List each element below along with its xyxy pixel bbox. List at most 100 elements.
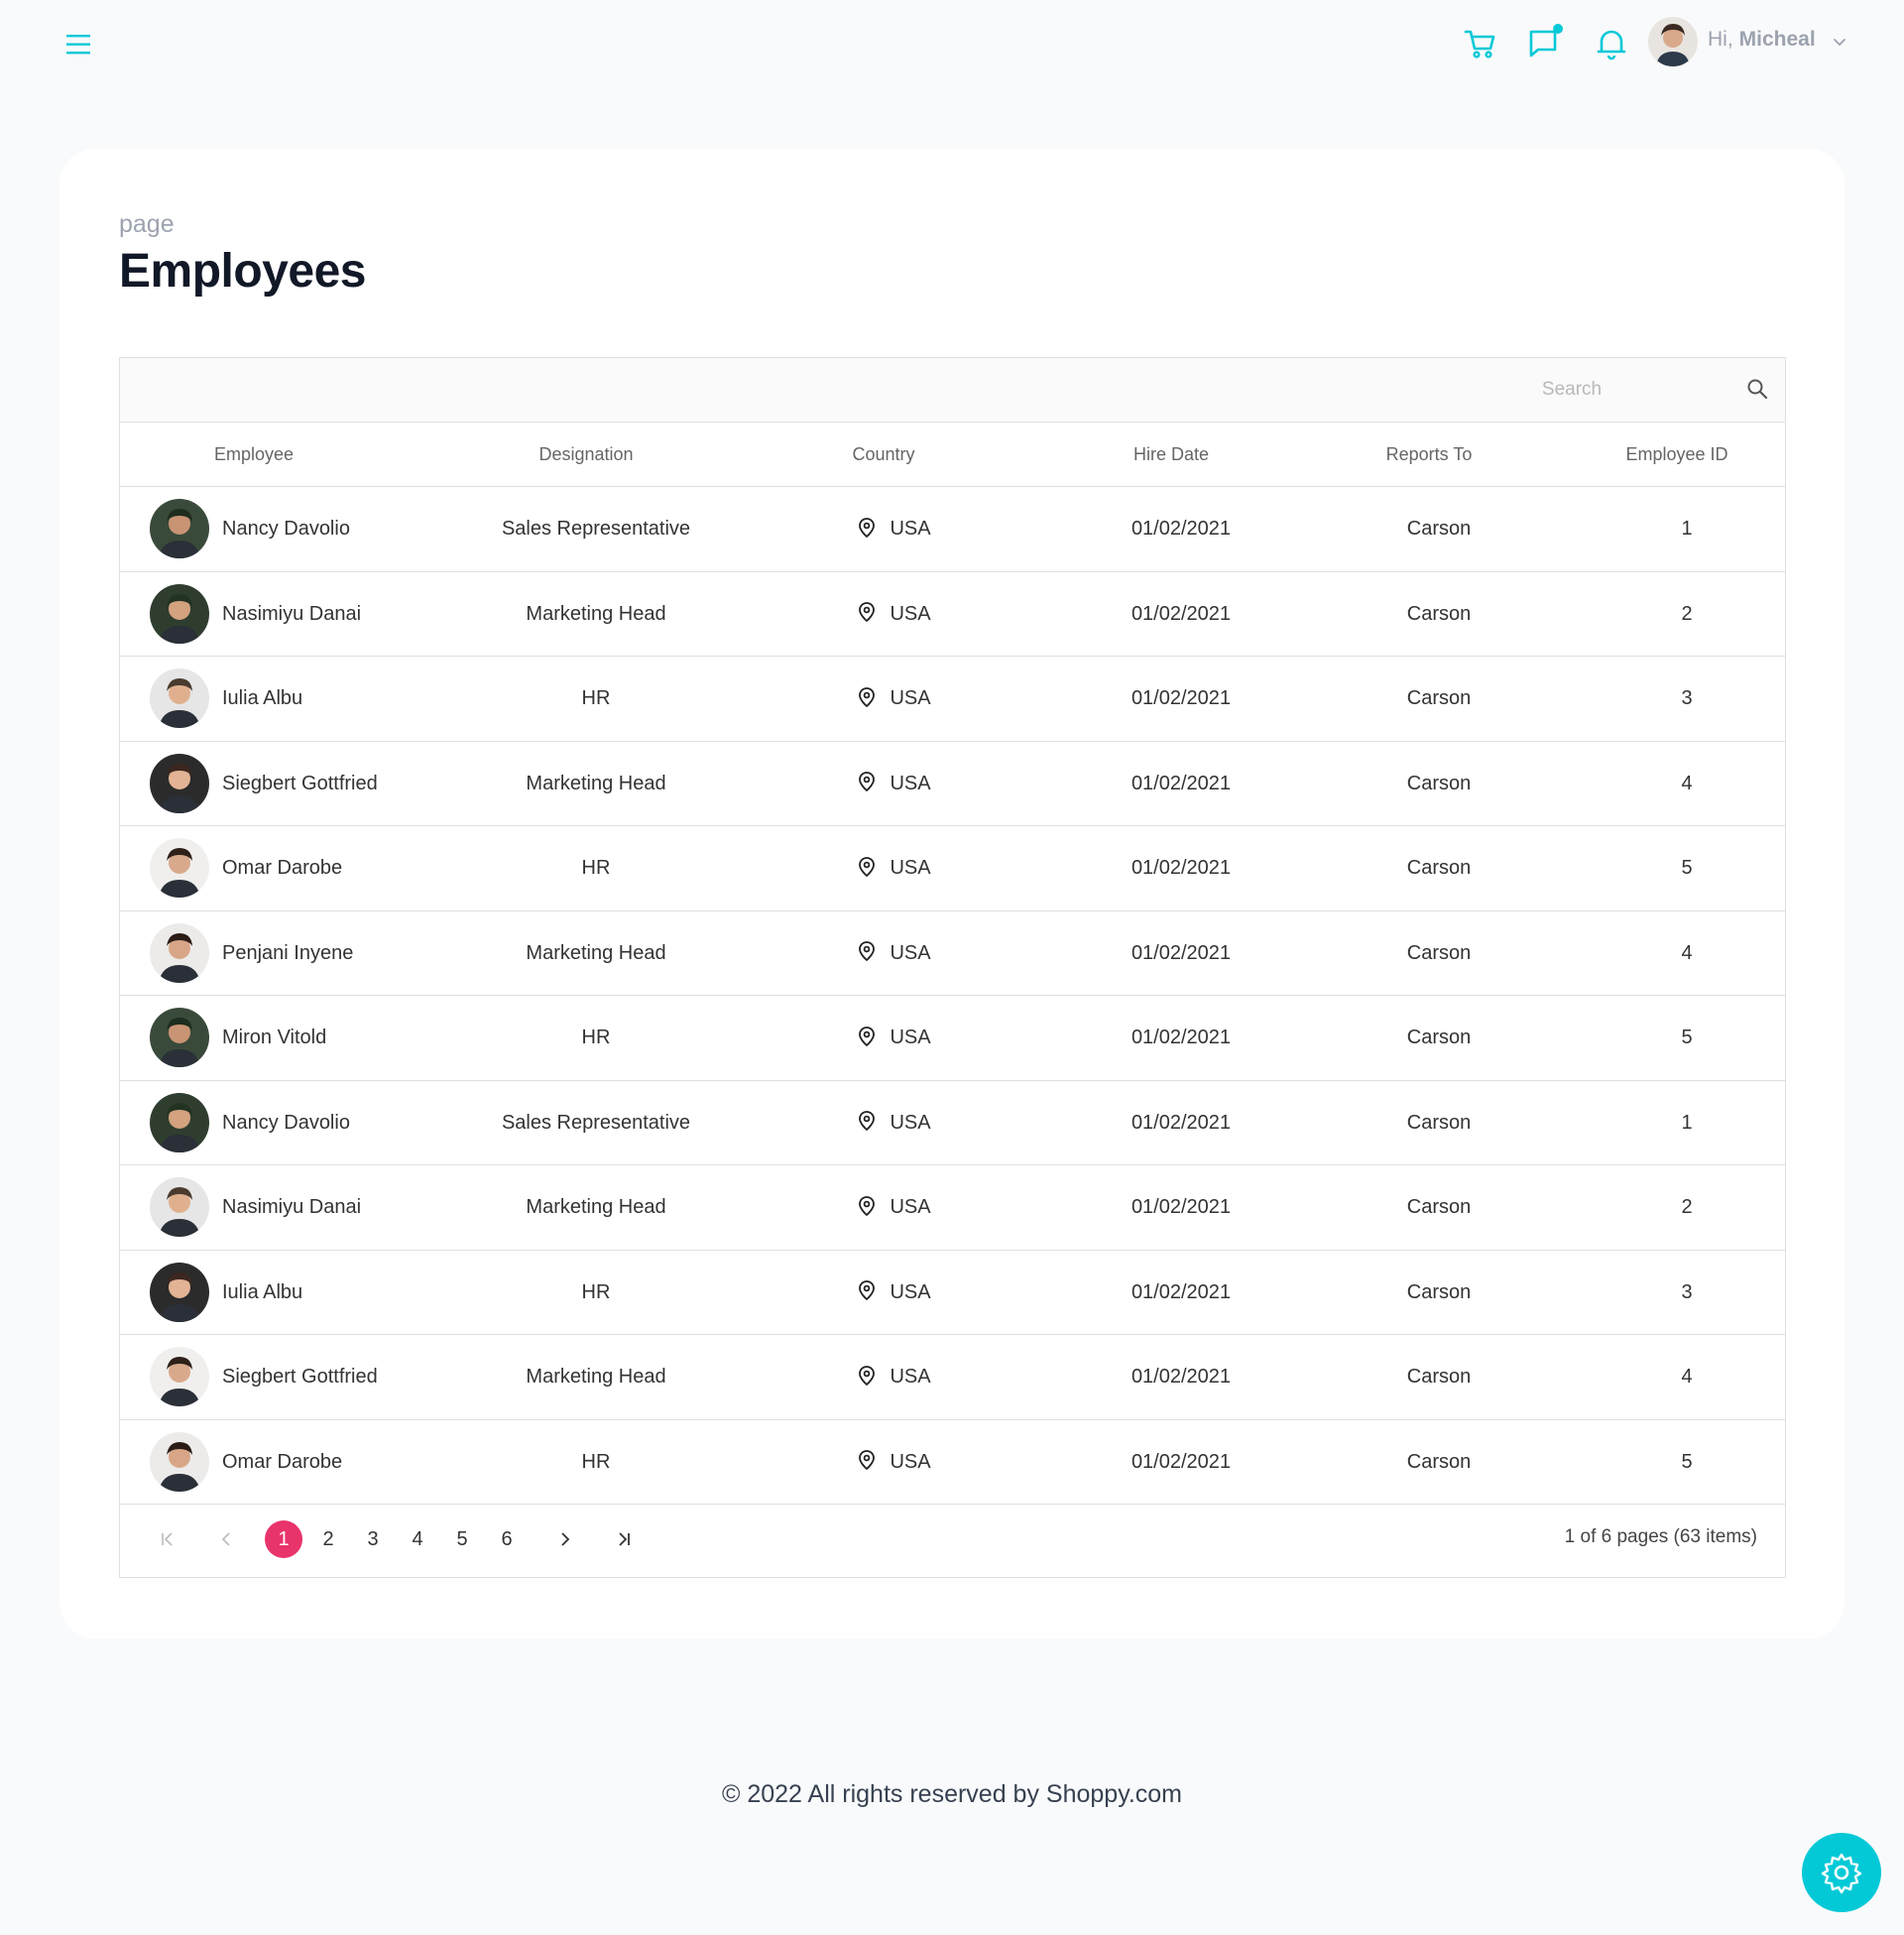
employee-cell: Siegbert Gottfried xyxy=(150,1335,447,1419)
table-row[interactable]: Siegbert Gottfried Marketing Head USA 01… xyxy=(120,742,1785,826)
employee-name: Omar Darobe xyxy=(222,857,343,879)
cart-icon[interactable] xyxy=(1461,24,1500,63)
search-icon[interactable] xyxy=(1744,376,1772,404)
employee-id-cell: 5 xyxy=(1681,857,1693,879)
location-pin-icon xyxy=(859,1280,876,1301)
employee-name: Iulia Albu xyxy=(222,1280,303,1303)
table-row[interactable]: Omar Darobe HR USA 01/02/2021 Carson 5 xyxy=(120,826,1785,911)
table-row[interactable]: Iulia Albu HR USA 01/02/2021 Carson 3 xyxy=(120,657,1785,742)
hire-date-cell: 01/02/2021 xyxy=(1130,1027,1232,1048)
table-row[interactable]: Iulia Albu HR USA 01/02/2021 Carson 3 xyxy=(120,1251,1785,1335)
last-page-icon[interactable] xyxy=(612,1527,636,1551)
designation-cell: HR xyxy=(581,687,611,709)
employee-id-cell: 1 xyxy=(1681,1111,1693,1134)
first-page-icon[interactable] xyxy=(156,1527,179,1551)
column-header-country[interactable]: Country xyxy=(735,423,1032,487)
country-cell: USA xyxy=(745,826,1042,910)
country-cell: USA xyxy=(745,742,1042,826)
prev-page-icon[interactable] xyxy=(215,1527,239,1551)
page-title: Employees xyxy=(119,245,366,298)
country-text: USA xyxy=(890,1111,931,1134)
hire-date-cell: 01/02/2021 xyxy=(1130,518,1232,540)
location-pin-icon xyxy=(859,941,876,962)
employee-avatar xyxy=(150,1262,209,1322)
country-text: USA xyxy=(890,857,931,879)
employee-name: Nasimiyu Danai xyxy=(222,1196,362,1218)
country-text: USA xyxy=(890,687,931,709)
designation-cell: Marketing Head xyxy=(526,1196,666,1218)
employee-name: Siegbert Gottfried xyxy=(222,772,378,794)
table-row[interactable]: Siegbert Gottfried Marketing Head USA 01… xyxy=(120,1335,1785,1420)
table-row[interactable]: Miron Vitold HR USA 01/02/2021 Carson 5 xyxy=(120,996,1785,1081)
employee-cell: Iulia Albu xyxy=(150,1251,447,1335)
hamburger-icon[interactable] xyxy=(63,30,93,60)
table-row[interactable]: Nancy Davolio Sales Representative USA 0… xyxy=(120,1081,1785,1165)
page-button-6[interactable]: 6 xyxy=(488,1520,526,1558)
employee-name: Nancy Davolio xyxy=(222,1111,350,1134)
employee-avatar xyxy=(150,1008,209,1067)
employee-name: Miron Vitold xyxy=(222,1027,327,1048)
table-row[interactable]: Nasimiyu Danai Marketing Head USA 01/02/… xyxy=(120,572,1785,657)
hire-date-cell: 01/02/2021 xyxy=(1130,1280,1232,1303)
bell-icon[interactable] xyxy=(1592,24,1631,63)
user-avatar[interactable] xyxy=(1648,17,1698,66)
page-button-1[interactable]: 1 xyxy=(265,1520,302,1558)
column-header-employee-id[interactable]: Employee ID xyxy=(1528,423,1826,487)
country-cell: USA xyxy=(745,657,1042,741)
search-input[interactable] xyxy=(1413,372,1730,408)
table-row[interactable]: Nancy Davolio Sales Representative USA 0… xyxy=(120,487,1785,572)
employee-id-cell: 4 xyxy=(1681,1366,1693,1388)
designation-cell: HR xyxy=(581,1450,611,1473)
column-header-hire-date[interactable]: Hire Date xyxy=(1022,423,1320,487)
table-row[interactable]: Penjani Inyene Marketing Head USA 01/02/… xyxy=(120,911,1785,996)
user-greeting[interactable]: Hi, Micheal xyxy=(1708,28,1816,52)
page-button-5[interactable]: 5 xyxy=(443,1520,481,1558)
gear-icon xyxy=(1821,1853,1862,1894)
country-cell: USA xyxy=(745,1165,1042,1250)
employees-grid: Employee Designation Country Hire Date R… xyxy=(119,357,1786,1578)
hire-date-cell: 01/02/2021 xyxy=(1130,1111,1232,1134)
designation-cell: Marketing Head xyxy=(526,1366,666,1388)
chat-icon[interactable] xyxy=(1526,24,1566,63)
employee-avatar xyxy=(150,668,209,728)
employee-name: Nancy Davolio xyxy=(222,518,350,540)
employee-avatar xyxy=(150,499,209,558)
designation-cell: Sales Representative xyxy=(501,1111,691,1134)
hire-date-cell: 01/02/2021 xyxy=(1130,941,1232,964)
hire-date-cell: 01/02/2021 xyxy=(1130,772,1232,794)
designation-cell: Sales Representative xyxy=(501,518,691,540)
page-button-2[interactable]: 2 xyxy=(309,1520,347,1558)
employee-avatar xyxy=(150,1177,209,1237)
user-name: Micheal xyxy=(1738,28,1816,51)
employee-avatar xyxy=(150,838,209,898)
page-button-3[interactable]: 3 xyxy=(354,1520,392,1558)
hire-date-cell: 01/02/2021 xyxy=(1130,1366,1232,1388)
employee-cell: Miron Vitold xyxy=(150,996,447,1080)
employee-id-cell: 5 xyxy=(1681,1450,1693,1473)
country-cell: USA xyxy=(745,996,1042,1080)
employee-id-cell: 1 xyxy=(1681,518,1693,540)
employee-cell: Siegbert Gottfried xyxy=(150,742,447,826)
location-pin-icon xyxy=(859,1111,876,1132)
employee-cell: Penjani Inyene xyxy=(150,911,447,996)
employee-avatar xyxy=(150,1431,209,1492)
employee-id-cell: 2 xyxy=(1681,602,1693,625)
column-header-designation[interactable]: Designation xyxy=(447,423,745,487)
next-page-icon[interactable] xyxy=(552,1527,576,1551)
column-header-employee[interactable]: Employee xyxy=(150,423,358,487)
settings-button[interactable] xyxy=(1802,1833,1881,1912)
chevron-down-icon[interactable] xyxy=(1830,32,1849,52)
country-text: USA xyxy=(890,1196,931,1218)
page-button-4[interactable]: 4 xyxy=(399,1520,436,1558)
location-pin-icon xyxy=(859,1365,876,1386)
table-row[interactable]: Nasimiyu Danai Marketing Head USA 01/02/… xyxy=(120,1165,1785,1251)
country-cell: USA xyxy=(745,487,1042,571)
country-text: USA xyxy=(890,602,931,625)
table-row[interactable]: Omar Darobe HR USA 01/02/2021 Carson 5 xyxy=(120,1420,1785,1505)
employee-avatar xyxy=(150,1347,209,1406)
designation-cell: HR xyxy=(581,857,611,879)
location-pin-icon xyxy=(859,602,876,623)
main-card: page Employees Employee Designation Coun… xyxy=(60,149,1844,1638)
country-text: USA xyxy=(890,1027,931,1048)
employee-name: Siegbert Gottfried xyxy=(222,1366,378,1388)
